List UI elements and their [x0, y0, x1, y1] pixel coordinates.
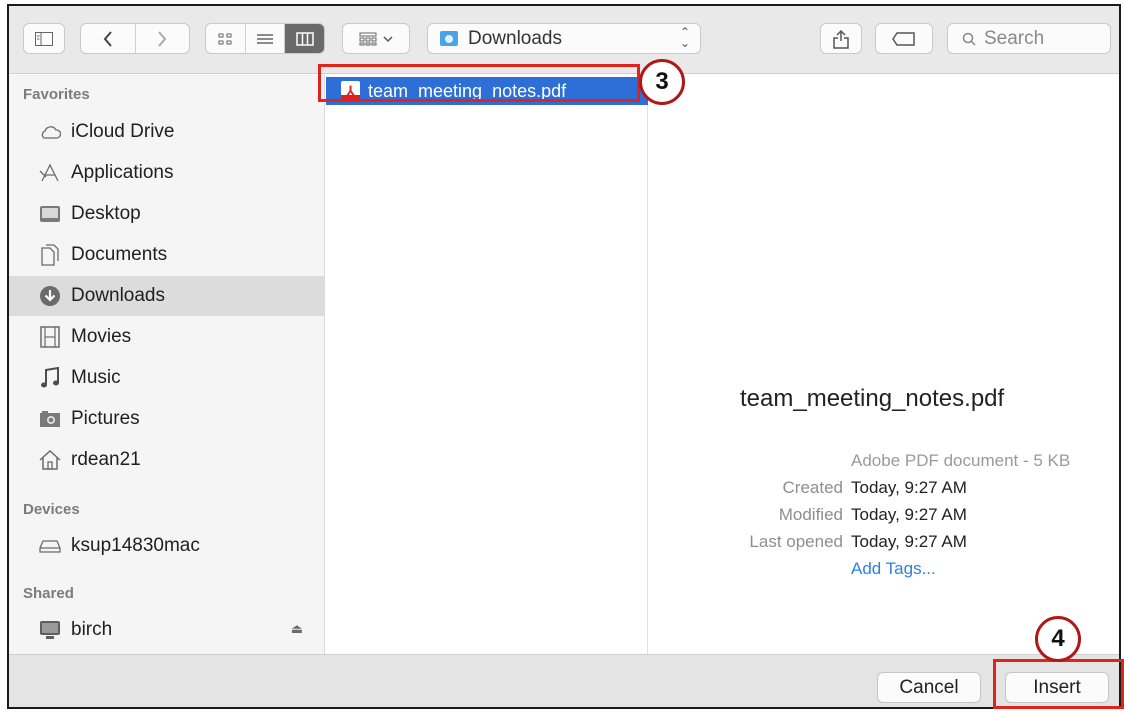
- pictures-icon: [39, 408, 61, 430]
- back-button[interactable]: [81, 24, 135, 53]
- chevron-right-icon: [158, 30, 167, 47]
- column-view-button[interactable]: [284, 24, 324, 53]
- sidebar-item-applications[interactable]: Applications: [9, 153, 325, 193]
- back-forward-control: [80, 23, 190, 54]
- popup-arrows-icon: ⌃ ⌄: [679, 25, 690, 50]
- sidebar-icon: [35, 31, 53, 46]
- meta-last-opened: Last opened Today, 9:27 AM: [649, 532, 1119, 556]
- sidebar-item-label: Music: [71, 367, 121, 388]
- list-view-button[interactable]: [244, 24, 285, 53]
- arrange-button[interactable]: [342, 23, 410, 54]
- chevron-down-icon: [383, 35, 393, 42]
- sidebar-item-rdean21[interactable]: rdean21: [9, 440, 325, 480]
- share-button[interactable]: [820, 23, 862, 54]
- sidebar-item-label: birch: [71, 619, 113, 640]
- downloads-icon: [39, 285, 61, 307]
- sidebar-item-label: Desktop: [71, 203, 141, 224]
- desktop-icon: [39, 203, 61, 225]
- sidebar-item-desktop[interactable]: Desktop: [9, 194, 325, 234]
- search-field[interactable]: Search: [947, 23, 1111, 54]
- file-picker-dialog: Downloads ⌃ ⌄ Search Favorites iCloud Dr…: [7, 4, 1121, 709]
- meta-created: Created Today, 9:27 AM: [649, 478, 1119, 502]
- chevron-left-icon: [103, 30, 112, 47]
- sidebar-item-label: Applications: [71, 162, 174, 183]
- search-placeholder: Search: [984, 27, 1045, 49]
- music-icon: [39, 367, 61, 389]
- meta-modified-value: Today, 9:27 AM: [851, 505, 967, 524]
- documents-icon: [39, 244, 61, 266]
- arrange-icon: [359, 32, 377, 45]
- highlight-selected-file: [318, 64, 640, 102]
- cancel-button[interactable]: Cancel: [877, 672, 981, 703]
- sidebar-heading-favorites: Favorites: [23, 86, 90, 103]
- sidebar: Favorites iCloud Drive Applications Desk…: [9, 75, 325, 654]
- applications-icon: [39, 162, 61, 184]
- meta-modified: Modified Today, 9:27 AM: [649, 505, 1119, 529]
- share-icon: [833, 29, 849, 49]
- icon-view-button[interactable]: [206, 24, 245, 53]
- preview-filename: team_meeting_notes.pdf: [740, 385, 1005, 412]
- forward-button[interactable]: [134, 24, 190, 53]
- sidebar-heading-devices: Devices: [23, 501, 80, 518]
- cloud-icon: [39, 121, 61, 143]
- drive-icon: [39, 535, 61, 557]
- eject-icon[interactable]: ⏏: [291, 621, 303, 637]
- preview-kind: Adobe PDF document - 5 KB: [851, 451, 1071, 470]
- sidebar-item-movies[interactable]: Movies: [9, 317, 325, 357]
- path-label: Downloads: [468, 27, 562, 49]
- sidebar-item-label: Pictures: [71, 408, 140, 429]
- sidebar-item-music[interactable]: Music: [9, 358, 325, 398]
- meta-last-opened-label: Last opened: [749, 532, 843, 551]
- tag-icon: [892, 31, 915, 46]
- sidebar-item-label: rdean21: [71, 449, 141, 470]
- highlight-insert-button: [993, 659, 1124, 709]
- add-tags-link[interactable]: Add Tags...: [851, 559, 936, 579]
- search-icon: [962, 32, 976, 46]
- sidebar-item-label: ksup14830mac: [71, 535, 200, 556]
- downloads-folder-icon: [440, 31, 458, 46]
- view-mode-control: [205, 23, 325, 54]
- sidebar-item-icloud-drive[interactable]: iCloud Drive: [9, 112, 325, 152]
- sidebar-item-label: iCloud Drive: [71, 121, 175, 142]
- sidebar-item-documents[interactable]: Documents: [9, 235, 325, 275]
- sidebar-heading-shared: Shared: [23, 585, 74, 602]
- grid-icon: [218, 33, 232, 44]
- sidebar-item-label: Documents: [71, 244, 168, 265]
- file-column: ⅄ team_meeting_notes.pdf: [326, 75, 648, 654]
- sidebar-toggle-button[interactable]: [23, 23, 65, 54]
- sidebar-item-label: Movies: [71, 326, 132, 347]
- step-3-marker: 3: [639, 59, 685, 105]
- dialog-footer: Cancel Insert: [9, 654, 1119, 707]
- meta-created-label: Created: [782, 478, 843, 497]
- preview-pane: team_meeting_notes.pdf Adobe PDF documen…: [649, 75, 1119, 654]
- meta-modified-label: Modified: [778, 505, 843, 524]
- path-popup[interactable]: Downloads ⌃ ⌄: [427, 23, 701, 54]
- sidebar-item-label: Downloads: [71, 285, 165, 306]
- tags-button[interactable]: [875, 23, 933, 54]
- list-icon: [257, 33, 273, 44]
- sidebar-item-downloads[interactable]: Downloads: [9, 276, 325, 316]
- sidebar-item-pictures[interactable]: Pictures: [9, 399, 325, 439]
- computer-icon: [39, 619, 61, 641]
- columns-icon: [295, 31, 314, 46]
- sidebar-item-birch[interactable]: birch ⏏: [9, 610, 325, 650]
- meta-last-opened-value: Today, 9:27 AM: [851, 532, 967, 551]
- step-4-marker: 4: [1035, 616, 1081, 662]
- sidebar-item-ksup14830mac[interactable]: ksup14830mac: [9, 526, 325, 566]
- meta-created-value: Today, 9:27 AM: [851, 478, 967, 497]
- home-icon: [39, 449, 61, 471]
- movies-icon: [39, 326, 61, 348]
